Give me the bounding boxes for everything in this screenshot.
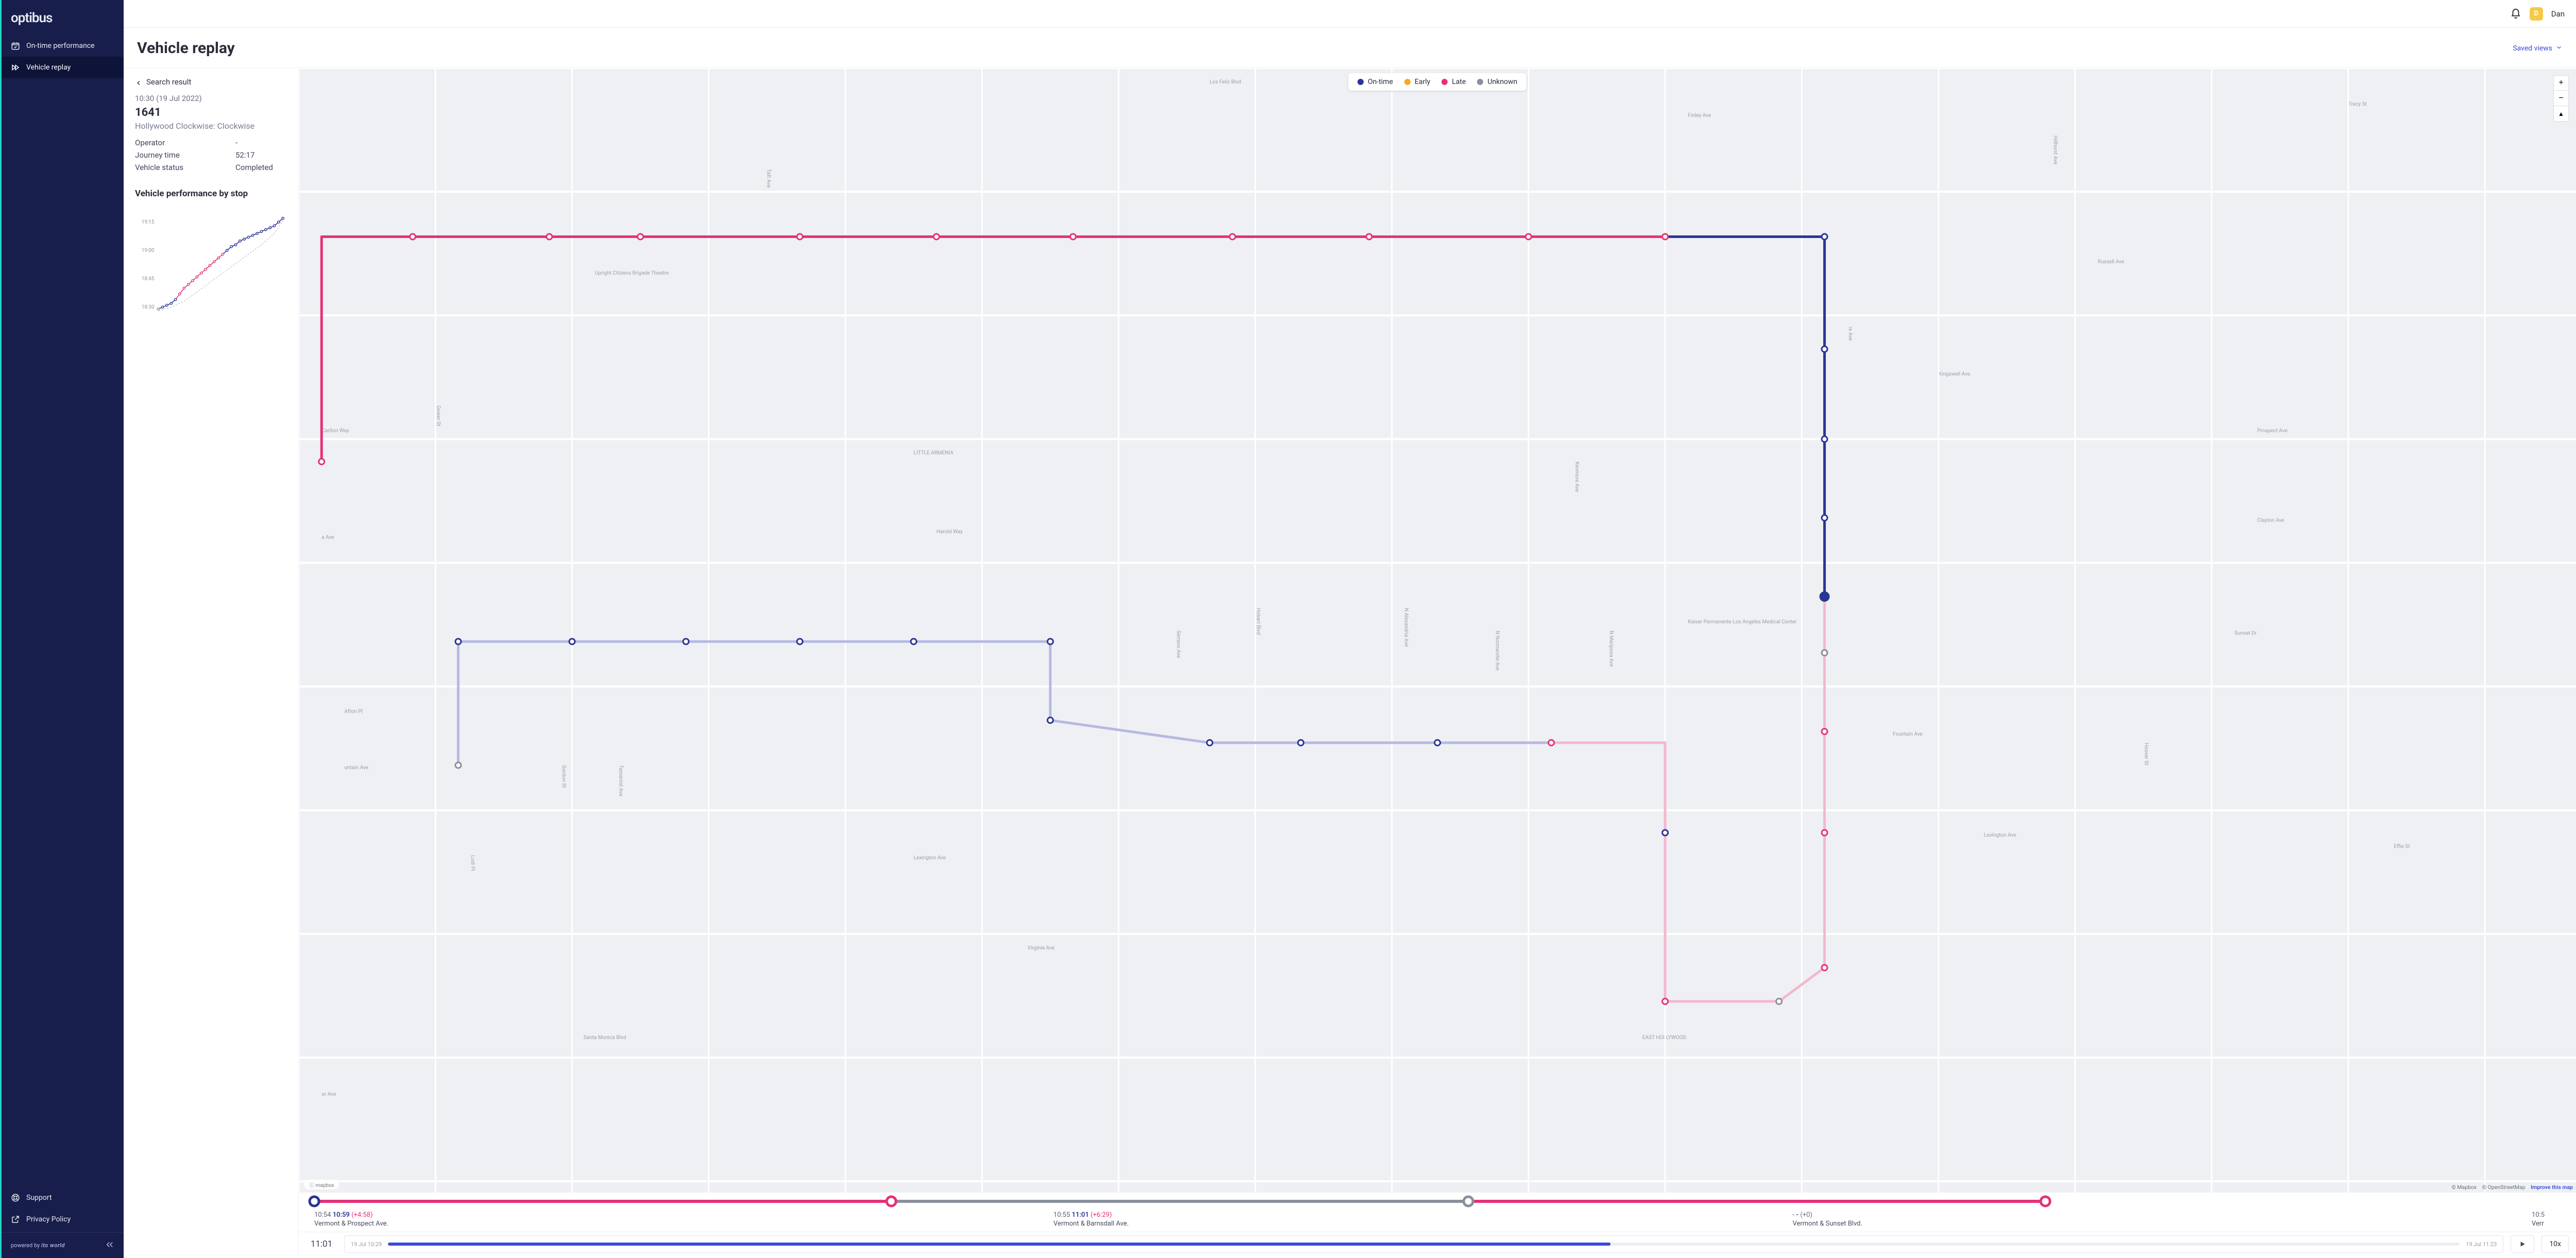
detail-row: Journey time52:17 [135, 150, 287, 160]
privacy-label: Privacy Policy [26, 1215, 71, 1223]
timeline-stop[interactable]: 10:55 11:01 (+6:29)Vermont & Barnsdall A… [1054, 1211, 1793, 1228]
support-label: Support [26, 1194, 52, 1202]
timeline-track[interactable] [307, 1193, 2568, 1210]
calendar-check-icon [11, 41, 20, 50]
detail-key: Operator [135, 138, 235, 147]
detail-row: Operator- [135, 138, 287, 147]
chevron-left-icon [135, 77, 142, 87]
timeline-stop[interactable]: 10:54 10:59 (+4:58)Vermont & Prospect Av… [314, 1211, 1054, 1228]
seek-bar[interactable]: 19 Jul 10:29 19 Jul 11:23 [344, 1235, 2503, 1253]
perf-section-title: Vehicle performance by stop [135, 189, 287, 199]
map[interactable]: On-time Early Late Unknown + − ▲ ⓘ mapbo… [299, 68, 2576, 1193]
legend-dot-early [1404, 79, 1411, 85]
zoom-in-button[interactable]: + [2553, 75, 2569, 91]
sidebar-footer: Support Privacy Policy [2, 1185, 124, 1232]
map-zoom-controls: + − ▲ [2553, 75, 2569, 122]
route-name: Hollywood Clockwise: Clockwise [135, 121, 287, 131]
mapbox-badge[interactable]: ⓘ mapbox [304, 1180, 339, 1189]
back-label: Search result [146, 77, 191, 87]
playback-current-time: 11:01 [306, 1239, 337, 1249]
username: Dan [2551, 9, 2565, 19]
powered-by: powered by ito world [2, 1232, 124, 1258]
detail-key: Vehicle status [135, 163, 235, 172]
play-button[interactable] [2511, 1235, 2534, 1253]
timeline-stop[interactable]: - - (+0)Vermont & Sunset Blvd. [1792, 1211, 2532, 1228]
vehicle-id: 1641 [135, 106, 287, 119]
sidebar: optibus On-time performance Vehicle repl… [0, 0, 124, 1258]
sidebar-item-vehicle-replay[interactable]: Vehicle replay [2, 57, 124, 78]
trip-datetime: 10:30 (19 Jul 2022) [135, 94, 287, 103]
brand-logo: optibus [2, 0, 124, 35]
performance-chart: 18:30 18:45 19:00 19:15 [135, 205, 287, 324]
sidebar-item-label: On-time performance [26, 42, 95, 50]
zoom-out-button[interactable]: − [2553, 91, 2569, 106]
svg-text:18:30: 18:30 [142, 304, 154, 310]
details-panel: Search result 10:30 (19 Jul 2022) 1641 H… [124, 68, 299, 1258]
map-attribution: © Mapbox © OpenStreetMap Improve this ma… [2448, 1184, 2573, 1191]
playback-speed[interactable]: 10x [2541, 1235, 2569, 1253]
legend-dot-ontime [1358, 79, 1364, 85]
timeline: 10:54 10:59 (+4:58)Vermont & Prospect Av… [299, 1193, 2576, 1258]
detail-value: - [235, 138, 238, 147]
topbar: D Dan [124, 0, 2576, 28]
chevron-down-icon [2555, 44, 2563, 53]
svg-text:19:00: 19:00 [142, 248, 154, 253]
play-forward-icon [11, 63, 20, 72]
sidebar-item-on-time-performance[interactable]: On-time performance [2, 35, 124, 57]
detail-value: 52:17 [235, 150, 255, 160]
sidebar-item-label: Vehicle replay [26, 63, 71, 72]
avatar[interactable]: D [2530, 7, 2543, 21]
reset-bearing-button[interactable]: ▲ [2553, 106, 2569, 122]
svg-text:19:15: 19:15 [142, 219, 155, 225]
seek-start-label: 19 Jul 10:29 [351, 1241, 382, 1248]
legend-dot-late [1442, 79, 1448, 85]
privacy-link[interactable]: Privacy Policy [2, 1209, 124, 1230]
back-to-search[interactable]: Search result [135, 76, 287, 94]
saved-views-dropdown[interactable]: Saved views [2513, 44, 2563, 53]
saved-views-label: Saved views [2513, 44, 2552, 53]
page-title: Vehicle replay [137, 39, 235, 57]
lifebuoy-icon [11, 1193, 20, 1202]
sidebar-nav: On-time performance Vehicle replay [2, 35, 124, 78]
legend-dot-unknown [1477, 79, 1483, 85]
notifications-icon[interactable] [2510, 8, 2521, 20]
detail-key: Journey time [135, 150, 235, 160]
improve-map-link[interactable]: Improve this map [2531, 1184, 2573, 1191]
svg-text:18:45: 18:45 [142, 276, 155, 282]
collapse-sidebar-icon[interactable] [105, 1240, 114, 1251]
timeline-stop[interactable]: 10:5 Verr [2532, 1211, 2561, 1228]
detail-value: Completed [235, 163, 273, 172]
map-legend: On-time Early Late Unknown [1348, 73, 1527, 91]
detail-row: Vehicle statusCompleted [135, 163, 287, 172]
seek-end-label: 19 Jul 11:23 [2466, 1241, 2497, 1248]
external-link-icon [11, 1215, 20, 1224]
support-link[interactable]: Support [2, 1187, 124, 1209]
